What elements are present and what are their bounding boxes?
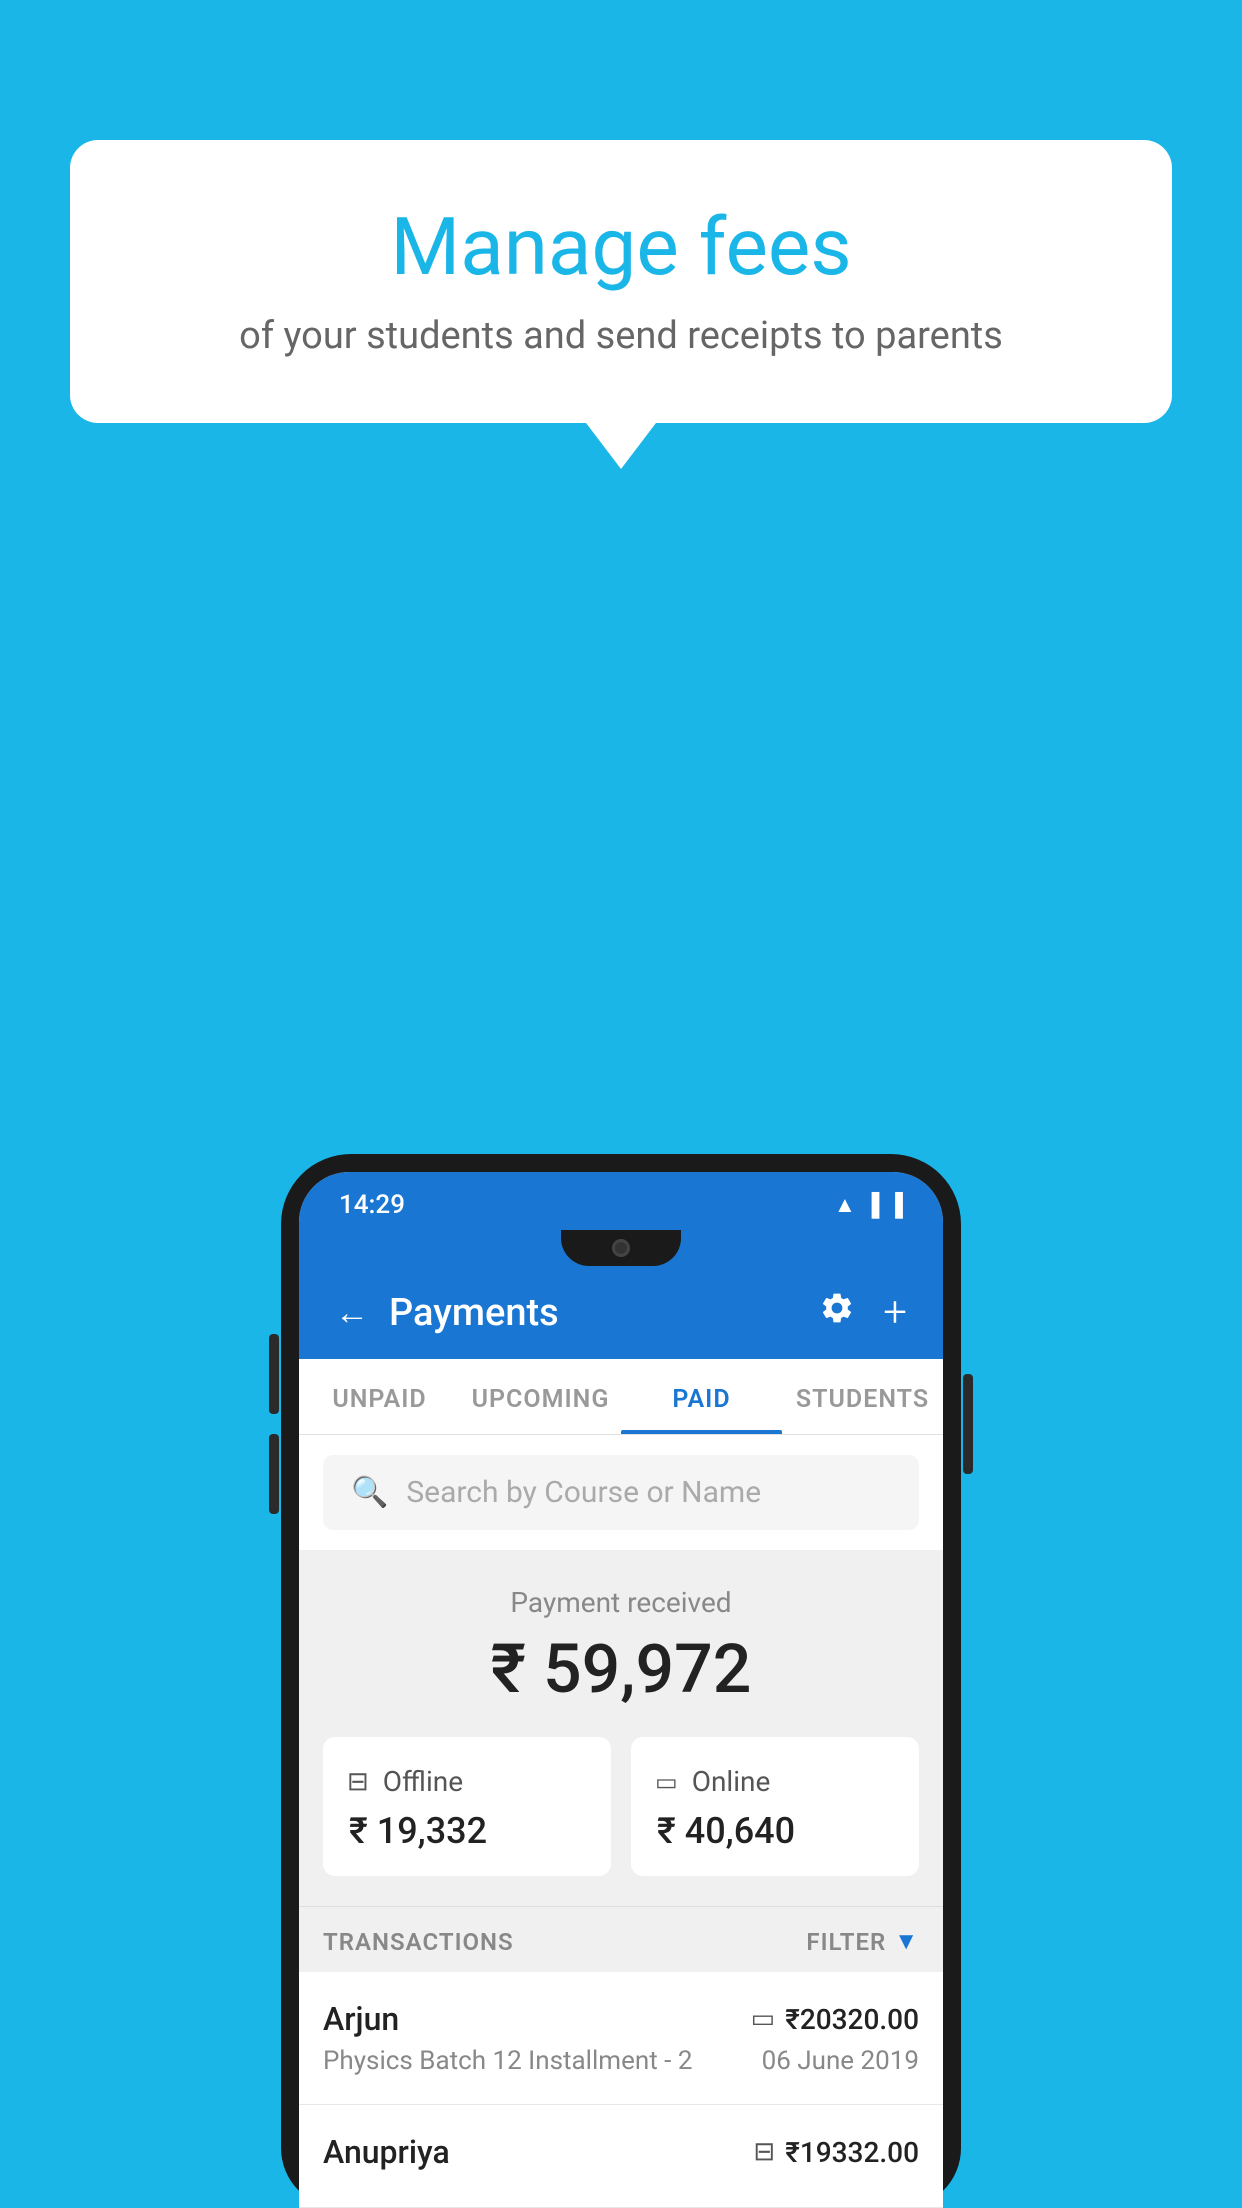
battery-icon: ▐ bbox=[887, 1192, 903, 1218]
offline-payment-card: ⊟ Offline ₹ 19,332 bbox=[323, 1737, 611, 1876]
tab-upcoming[interactable]: UPCOMING bbox=[460, 1359, 621, 1434]
power-button bbox=[963, 1374, 973, 1474]
payment-summary: Payment received ₹ 59,972 ⊟ Offline ₹ 19… bbox=[299, 1550, 943, 1906]
status-icons: ▲ ▐ ▐ bbox=[834, 1192, 903, 1218]
notch-area bbox=[299, 1230, 943, 1266]
transaction-amount-anupriya: ₹19332.00 bbox=[785, 2136, 919, 2169]
speech-bubble: Manage fees of your students and send re… bbox=[70, 140, 1172, 423]
search-icon: 🔍 bbox=[351, 1475, 388, 1510]
online-payment-card: ▭ Online ₹ 40,640 bbox=[631, 1737, 919, 1876]
add-button[interactable]: + bbox=[883, 1288, 907, 1337]
status-bar: 14:29 ▲ ▐ ▐ bbox=[299, 1172, 943, 1234]
status-time: 14:29 bbox=[339, 1190, 405, 1220]
volume-up-button bbox=[269, 1334, 279, 1414]
back-button[interactable]: ← bbox=[335, 1293, 369, 1333]
transaction-name-arjun: Arjun bbox=[323, 2000, 399, 2038]
phone-outer: 14:29 ▲ ▐ ▐ ← Payments bbox=[281, 1154, 961, 2208]
transaction-row-arjun[interactable]: Arjun ▭ ₹20320.00 Physics Batch 12 Insta… bbox=[299, 1972, 943, 2105]
filter-button[interactable]: FILTER ▼ bbox=[806, 1927, 919, 1956]
transactions-label: TRANSACTIONS bbox=[323, 1928, 514, 1956]
transaction-amount-arjun: ₹20320.00 bbox=[785, 2003, 919, 2036]
transactions-header: TRANSACTIONS FILTER ▼ bbox=[299, 1906, 943, 1972]
payment-cards: ⊟ Offline ₹ 19,332 ▭ Online ₹ 40,640 bbox=[323, 1737, 919, 1876]
tab-paid[interactable]: PAID bbox=[621, 1359, 782, 1434]
notch bbox=[561, 1230, 681, 1266]
settings-button[interactable] bbox=[819, 1290, 855, 1335]
transaction-date-arjun: 06 June 2019 bbox=[762, 2046, 919, 2076]
speech-bubble-title: Manage fees bbox=[150, 200, 1092, 294]
transaction-top-anupriya: Anupriya ⊟ ₹19332.00 bbox=[323, 2133, 919, 2171]
search-placeholder: Search by Course or Name bbox=[406, 1475, 761, 1510]
phone-screen: 14:29 ▲ ▐ ▐ ← Payments bbox=[299, 1172, 943, 2208]
app-bar: ← Payments + bbox=[299, 1266, 943, 1359]
speech-bubble-container: Manage fees of your students and send re… bbox=[70, 140, 1172, 423]
volume-down-button bbox=[269, 1434, 279, 1514]
card-payment-icon-arjun: ▭ bbox=[751, 2004, 776, 2034]
offline-payment-icon-anupriya: ⊟ bbox=[753, 2137, 775, 2167]
transaction-row-anupriya[interactable]: Anupriya ⊟ ₹19332.00 bbox=[299, 2105, 943, 2208]
transaction-bottom-arjun: Physics Batch 12 Installment - 2 06 June… bbox=[323, 2046, 919, 2076]
signal-icon: ▐ bbox=[864, 1192, 880, 1218]
tab-unpaid[interactable]: UNPAID bbox=[299, 1359, 460, 1434]
payment-total-amount: ₹ 59,972 bbox=[323, 1629, 919, 1709]
offline-card-header: ⊟ Offline bbox=[347, 1765, 463, 1798]
payment-received-label: Payment received bbox=[323, 1586, 919, 1619]
transaction-name-anupriya: Anupriya bbox=[323, 2133, 450, 2171]
offline-label: Offline bbox=[383, 1765, 463, 1798]
offline-icon: ⊟ bbox=[347, 1767, 369, 1797]
app-bar-title: Payments bbox=[389, 1291, 559, 1335]
transaction-amount-row-anupriya: ⊟ ₹19332.00 bbox=[753, 2136, 919, 2169]
wifi-icon: ▲ bbox=[834, 1192, 856, 1218]
phone: 14:29 ▲ ▐ ▐ ← Payments bbox=[281, 1154, 961, 2208]
online-card-header: ▭ Online bbox=[655, 1765, 770, 1798]
speech-bubble-subtitle: of your students and send receipts to pa… bbox=[150, 314, 1092, 358]
online-icon: ▭ bbox=[655, 1768, 678, 1796]
online-amount: ₹ 40,640 bbox=[655, 1810, 795, 1852]
filter-icon: ▼ bbox=[894, 1927, 919, 1956]
tab-students[interactable]: STUDENTS bbox=[782, 1359, 943, 1434]
app-bar-left: ← Payments bbox=[335, 1291, 559, 1335]
transaction-top-arjun: Arjun ▭ ₹20320.00 bbox=[323, 2000, 919, 2038]
transaction-course-arjun: Physics Batch 12 Installment - 2 bbox=[323, 2046, 692, 2076]
transaction-amount-row-arjun: ▭ ₹20320.00 bbox=[751, 2003, 919, 2036]
camera-notch bbox=[612, 1239, 630, 1257]
search-container: 🔍 Search by Course or Name bbox=[299, 1435, 943, 1550]
search-bar[interactable]: 🔍 Search by Course or Name bbox=[323, 1455, 919, 1530]
offline-amount: ₹ 19,332 bbox=[347, 1810, 487, 1852]
filter-label: FILTER bbox=[806, 1928, 886, 1956]
app-bar-right: + bbox=[819, 1288, 907, 1337]
tabs-container: UNPAID UPCOMING PAID STUDENTS bbox=[299, 1359, 943, 1435]
online-label: Online bbox=[692, 1765, 771, 1798]
